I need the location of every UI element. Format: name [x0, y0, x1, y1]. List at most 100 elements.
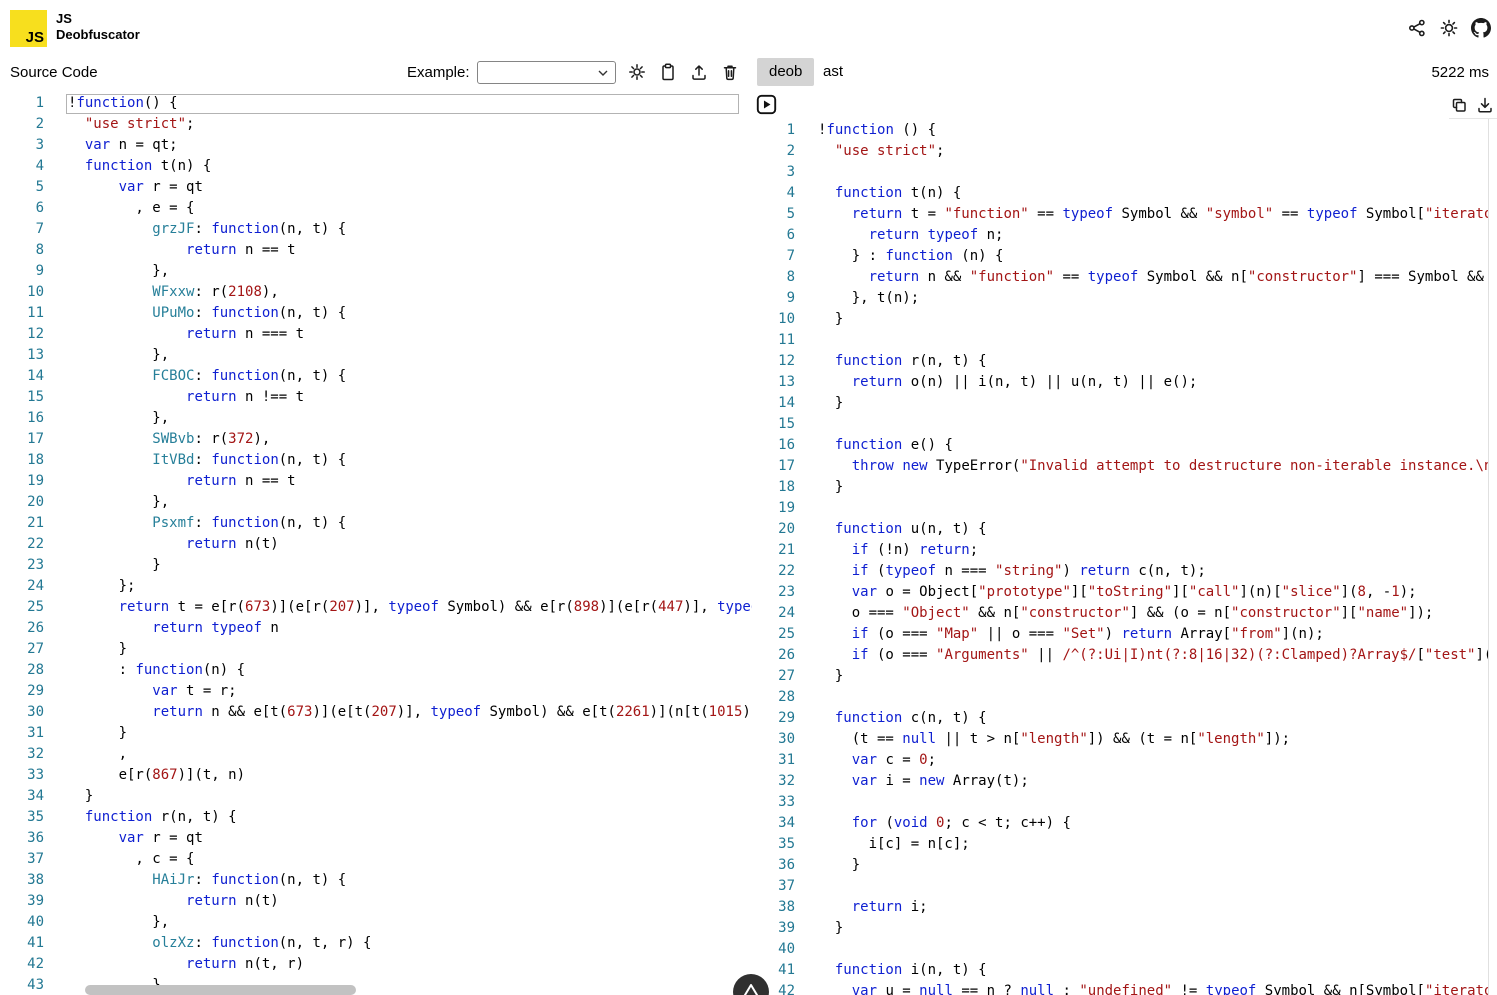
code-line: 4 function t(n) {	[0, 156, 752, 177]
line-number: 29	[752, 708, 795, 729]
code-text: olzXz: function(n, t, r) {	[44, 933, 371, 954]
code-line: 10 }	[752, 309, 1488, 330]
run-button[interactable]	[756, 94, 777, 115]
line-number: 4	[752, 183, 795, 204]
share-icon[interactable]	[1406, 17, 1428, 39]
settings-icon[interactable]	[625, 60, 649, 84]
app-title-line2: Deobfuscator	[56, 27, 140, 43]
trash-icon[interactable]	[718, 60, 742, 84]
line-number: 14	[752, 393, 795, 414]
code-text: var o = Object["prototype"]["toString"][…	[795, 582, 1417, 603]
code-line: 16 },	[0, 408, 752, 429]
code-line: 36 var r = qt	[0, 828, 752, 849]
copy-icon[interactable]	[656, 60, 680, 84]
code-text: o === "Object" && n["constructor"] && (o…	[795, 603, 1433, 624]
code-line: 8 return n && "function" == typeof Symbo…	[752, 267, 1488, 288]
line-number: 36	[0, 828, 44, 849]
code-line: 34 for (void 0; c < t; c++) {	[752, 813, 1488, 834]
line-number: 8	[752, 267, 795, 288]
code-text: for (void 0; c < t; c++) {	[795, 813, 1071, 834]
code-text: return n && e[t(673)](e[t(207)], typeof …	[44, 702, 752, 723]
code-text: var c = 0;	[795, 750, 936, 771]
line-number: 6	[0, 198, 44, 219]
code-line: 31 var c = 0;	[752, 750, 1488, 771]
scrollbar-corner-line	[1449, 118, 1497, 119]
code-line: 14 }	[752, 393, 1488, 414]
code-line: 28 : function(n) {	[0, 660, 752, 681]
code-line: 39 return n(t)	[0, 891, 752, 912]
header: JS JS Deobfuscator	[0, 0, 1497, 56]
code-line: 29 function c(n, t) {	[752, 708, 1488, 729]
code-text: var t = r;	[44, 681, 237, 702]
vertical-scrollbar-track	[1488, 119, 1489, 995]
code-line: 1!function () {	[752, 120, 1488, 141]
code-line: 26 return typeof n	[0, 618, 752, 639]
code-text: WFxxw: r(2108),	[44, 282, 279, 303]
output-code-area[interactable]: 1!function () {2 "use strict";34 functio…	[752, 92, 1488, 995]
app-title-line1: JS	[56, 11, 140, 27]
tab-ast[interactable]: ast	[811, 58, 855, 86]
line-number: 26	[752, 645, 795, 666]
code-text: function r(n, t) {	[795, 351, 987, 372]
code-text: throw new TypeError("Invalid attempt to …	[795, 456, 1488, 477]
line-number: 12	[0, 324, 44, 345]
code-text: },	[44, 408, 169, 429]
upload-icon[interactable]	[687, 60, 711, 84]
line-number: 18	[0, 450, 44, 471]
code-text: function i(n, t) {	[795, 960, 987, 981]
line-number: 13	[752, 372, 795, 393]
line-number: 38	[752, 897, 795, 918]
code-text	[795, 414, 818, 435]
source-editor[interactable]: 1!function() {2 "use strict";3 var n = q…	[0, 92, 752, 995]
code-line: 42 return n(t, r)	[0, 954, 752, 975]
floating-toolbar-button[interactable]	[733, 974, 769, 995]
copy-output-icon[interactable]	[1449, 95, 1469, 115]
code-text	[795, 687, 818, 708]
line-number: 5	[752, 204, 795, 225]
code-text: !function() {	[44, 93, 178, 114]
code-text: ItVBd: function(n, t) {	[44, 450, 346, 471]
code-text: function e() {	[795, 435, 953, 456]
code-line: 30 (t == null || t > n["length"]) && (t …	[752, 729, 1488, 750]
code-text: },	[44, 261, 169, 282]
code-line: 13 return o(n) || i(n, t) || u(n, t) || …	[752, 372, 1488, 393]
code-line: 40 },	[0, 912, 752, 933]
line-number: 42	[0, 954, 44, 975]
line-number: 40	[0, 912, 44, 933]
code-text	[795, 162, 818, 183]
code-text: : function(n) {	[44, 660, 245, 681]
tab-deob[interactable]: deob	[757, 58, 814, 86]
line-number: 5	[0, 177, 44, 198]
example-select[interactable]	[477, 61, 616, 84]
line-number: 34	[752, 813, 795, 834]
code-line: 27 }	[752, 666, 1488, 687]
line-number: 3	[0, 135, 44, 156]
line-number: 10	[752, 309, 795, 330]
code-text: },	[44, 912, 169, 933]
code-line: 35 i[c] = n[c];	[752, 834, 1488, 855]
code-line: 22 return n(t)	[0, 534, 752, 555]
line-number: 35	[0, 807, 44, 828]
code-line: 20 },	[0, 492, 752, 513]
horizontal-scrollbar-thumb[interactable]	[85, 985, 356, 995]
line-number: 39	[752, 918, 795, 939]
code-text	[795, 876, 818, 897]
code-text: "use strict";	[44, 114, 194, 135]
line-number: 15	[752, 414, 795, 435]
code-text: return o(n) || i(n, t) || u(n, t) || e()…	[795, 372, 1197, 393]
code-text: return typeof n	[44, 618, 279, 639]
line-number: 20	[752, 519, 795, 540]
code-line: 4 function t(n) {	[752, 183, 1488, 204]
source-code-area[interactable]: 1!function() {2 "use strict";3 var n = q…	[0, 92, 752, 995]
code-text: var r = qt	[44, 177, 203, 198]
line-number: 22	[752, 561, 795, 582]
github-icon[interactable]	[1470, 17, 1492, 39]
code-line: 30 return n && e[t(673)](e[t(207)], type…	[0, 702, 752, 723]
code-line: 9 },	[0, 261, 752, 282]
line-number: 30	[752, 729, 795, 750]
output-editor[interactable]: 1!function () {2 "use strict";34 functio…	[752, 92, 1497, 995]
code-text: var i = new Array(t);	[795, 771, 1029, 792]
download-icon[interactable]	[1475, 95, 1495, 115]
line-number: 21	[752, 540, 795, 561]
theme-icon[interactable]	[1438, 17, 1460, 39]
